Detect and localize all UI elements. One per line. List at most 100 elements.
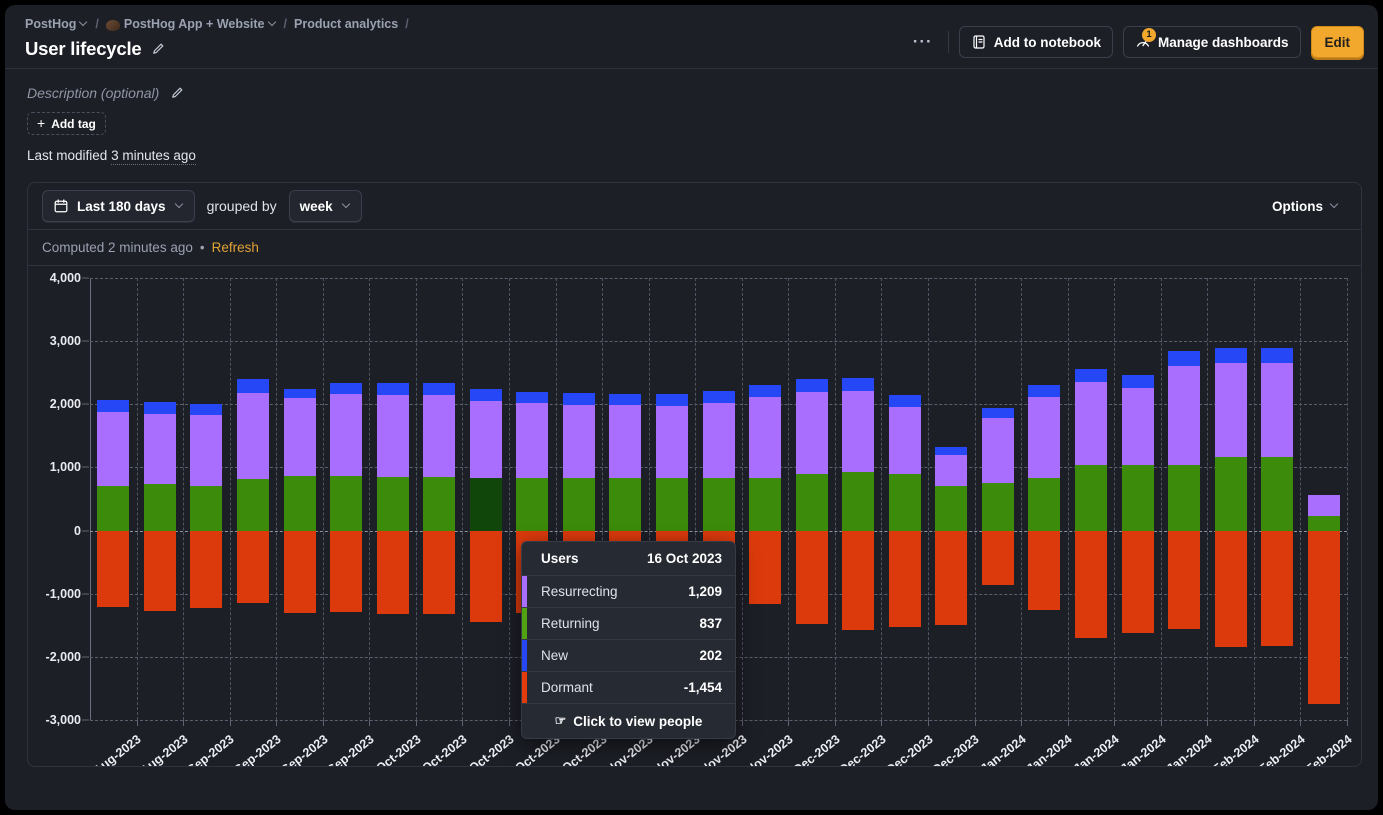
x-gridline — [1160, 278, 1162, 720]
options-button[interactable]: Options — [1264, 191, 1347, 221]
bar-segment-returning — [1214, 457, 1247, 531]
bar-segment-returning — [97, 486, 130, 531]
refresh-link[interactable]: Refresh — [212, 240, 259, 255]
bar-segment-dormant — [1168, 530, 1201, 630]
chart-bar[interactable] — [469, 278, 502, 720]
bar-segment-dormant — [469, 530, 502, 623]
breadcrumb-item-org[interactable]: PostHog — [25, 17, 88, 31]
edit-button[interactable]: Edit — [1310, 26, 1364, 58]
bar-segment-resurrecting — [330, 394, 363, 477]
chart-bar[interactable] — [1168, 278, 1201, 720]
breadcrumb-item-project[interactable]: PostHog App + Website — [105, 17, 277, 31]
bar-segment-dormant — [842, 530, 875, 630]
bar-segment-dormant — [190, 530, 223, 609]
manage-dashboards-button[interactable]: 1 Manage dashboards — [1122, 26, 1301, 58]
chart-bar[interactable] — [749, 278, 782, 720]
chart-bar[interactable] — [143, 278, 176, 720]
x-axis-tick — [462, 720, 464, 726]
x-axis-tick — [1300, 720, 1302, 726]
chart-bar[interactable] — [423, 278, 456, 720]
date-range-select[interactable]: Last 180 days — [42, 190, 195, 222]
ellipsis-icon[interactable]: ··· — [908, 27, 938, 57]
chart-bar[interactable] — [1074, 278, 1107, 720]
bar-segment-resurrecting — [376, 395, 409, 477]
bar-segment-dormant — [1074, 530, 1107, 638]
chart-area: 4,000 3,000 2,000 1,000 0 -1,000 -2,000 -3,000 … — [28, 266, 1361, 766]
description-row[interactable]: Description (optional) — [27, 85, 1358, 101]
add-to-notebook-button[interactable]: Add to notebook — [958, 26, 1113, 58]
calendar-icon — [53, 198, 69, 214]
y-axis-tick-label: -2,000 — [45, 649, 81, 664]
pencil-icon[interactable] — [170, 86, 184, 100]
chart-bar[interactable] — [236, 278, 269, 720]
bar-segment-dormant — [376, 530, 409, 614]
chart-bar[interactable] — [1261, 278, 1294, 720]
bar-segment-new — [423, 383, 456, 396]
chart-bar[interactable] — [330, 278, 363, 720]
x-gridline — [1300, 278, 1302, 720]
chevron-down-icon — [343, 201, 351, 209]
bar-segment-new — [702, 391, 735, 403]
chart-bar[interactable] — [842, 278, 875, 720]
chart-bar[interactable] — [935, 278, 968, 720]
bar-segment-resurrecting — [1214, 363, 1247, 458]
insight-card: Last 180 days grouped by week Options Co… — [27, 182, 1362, 767]
bar-segment-dormant — [1261, 530, 1294, 647]
options-label: Options — [1272, 198, 1323, 214]
x-axis-tick — [276, 720, 278, 726]
bar-segment-resurrecting — [1168, 366, 1201, 465]
chart-bar[interactable] — [1028, 278, 1061, 720]
chart-bar[interactable] — [981, 278, 1014, 720]
chart-bar[interactable] — [888, 278, 921, 720]
tooltip-row-label: Dormant — [541, 680, 593, 695]
top-bar: PostHog / PostHog App + Website / Produc… — [5, 5, 1378, 69]
chart-bar[interactable] — [190, 278, 223, 720]
y-axis-tick — [82, 593, 89, 595]
x-axis-tick — [509, 720, 510, 726]
chart-bar[interactable] — [1307, 278, 1340, 720]
x-gridline — [415, 278, 417, 720]
bar-segment-new — [376, 383, 409, 396]
bar-segment-returning — [423, 476, 456, 531]
tooltip-color-strip — [522, 576, 527, 607]
x-gridline — [881, 278, 883, 720]
bar-segment-returning — [1028, 477, 1061, 531]
computed-label: Computed 2 minutes ago — [42, 240, 193, 255]
bar-segment-resurrecting — [1028, 396, 1061, 478]
bar-segment-dormant — [795, 530, 828, 624]
tooltip-footer[interactable]: ☞ Click to view people — [522, 704, 735, 738]
chevron-down-icon — [269, 19, 277, 27]
chart-bar[interactable] — [1121, 278, 1154, 720]
tooltip-header: Users 16 Oct 2023 — [522, 542, 735, 576]
bar-segment-dormant — [330, 530, 363, 613]
bar-segment-resurrecting — [981, 417, 1014, 483]
y-axis-tick — [82, 530, 89, 532]
chart-bar[interactable] — [376, 278, 409, 720]
bar-segment-dormant — [888, 530, 921, 627]
edit-label: Edit — [1324, 34, 1351, 50]
bar-segment-returning — [749, 478, 782, 531]
y-axis-tick-label: -1,000 — [45, 586, 81, 601]
chart-bar[interactable] — [283, 278, 316, 720]
bar-segment-new — [190, 404, 223, 415]
bar-segment-new — [795, 379, 828, 392]
bar-segment-returning — [1121, 464, 1154, 531]
add-tag-button[interactable]: + Add tag — [27, 112, 106, 135]
y-axis-tick-label: 1,000 — [49, 460, 81, 475]
chevron-down-icon — [1331, 201, 1339, 209]
chart-bar[interactable] — [97, 278, 130, 720]
breadcrumb-item-section[interactable]: Product analytics — [294, 17, 398, 31]
x-gridline — [229, 278, 231, 720]
tooltip-color-strip — [522, 672, 527, 703]
x-axis-tick — [136, 720, 138, 726]
chart-bar[interactable] — [795, 278, 828, 720]
chart-bar[interactable] — [1214, 278, 1247, 720]
tooltip-date: 16 Oct 2023 — [646, 551, 722, 566]
bar-segment-returning — [981, 482, 1014, 531]
pencil-icon[interactable] — [151, 42, 165, 56]
x-axis-tick — [415, 720, 417, 726]
x-axis-tick-label: 2-Oct-2023 — [364, 732, 424, 767]
bar-segment-resurrecting — [795, 391, 828, 474]
interval-select[interactable]: week — [288, 190, 362, 222]
status-separator: • — [199, 240, 205, 255]
